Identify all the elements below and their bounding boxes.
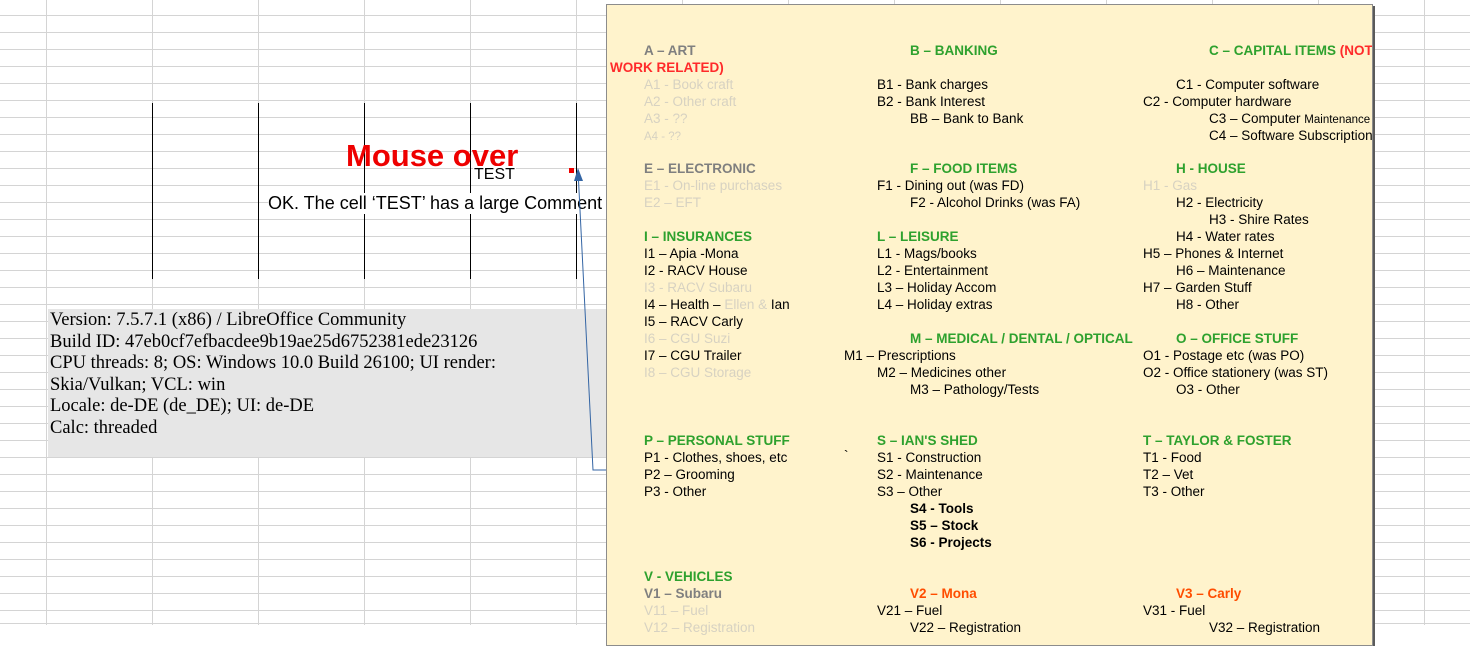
list-item: M3 – Pathology/Tests <box>910 382 1040 397</box>
heading-ians-shed: S – IAN'S SHED <box>877 433 978 448</box>
heading-food-items: F – FOOD ITEMS <box>910 161 1018 176</box>
list-item: S2 - Maintenance <box>877 467 983 482</box>
list-item: F2 - Alcohol Drinks (was FA) <box>910 195 1081 210</box>
list-item: A4 - ?? <box>644 131 682 143</box>
list-item: I4 – Health – Ellen & Ian <box>644 297 790 313</box>
heading-vehicles: V - VEHICLES <box>644 569 733 584</box>
heading-capital-text: C – CAPITAL ITEMS <box>1209 43 1337 58</box>
heading-capital-note-2: WORK RELATED) <box>610 60 724 75</box>
heading-leisure: L – LEISURE <box>877 229 959 244</box>
list-item: P3 - Other <box>644 484 707 499</box>
heading-v3-carly: V3 – Carly <box>1176 586 1242 601</box>
list-item-text: Ian <box>770 297 790 312</box>
heading-art: A – ART <box>644 43 696 58</box>
list-item: H8 - Other <box>1176 297 1240 312</box>
list-item: B2 - Bank Interest <box>877 94 986 109</box>
list-item: V21 – Fuel <box>877 603 943 618</box>
list-item: B1 - Bank charges <box>877 77 989 92</box>
list-item: I8 – CGU Storage <box>644 365 752 380</box>
list-item: A1 - Book craft <box>644 77 734 92</box>
list-item: L2 - Entertainment <box>877 263 989 278</box>
list-item: H7 – Garden Stuff <box>1143 280 1252 295</box>
list-item: C4 – Software Subscriptions <box>1209 128 1373 143</box>
list-item: H3 - Shire Rates <box>1209 212 1309 227</box>
list-item: V22 – Registration <box>910 620 1022 635</box>
list-item: H2 - Electricity <box>1176 195 1264 210</box>
list-item: S4 - Tools <box>910 501 974 516</box>
list-item: I3 - RACV Subaru <box>644 280 753 295</box>
list-item: V12 – Registration <box>644 620 756 635</box>
list-item: L4 – Holiday extras <box>877 297 993 312</box>
list-item: V1 – Subaru <box>644 586 723 601</box>
list-item: V11 – Fuel <box>644 603 709 618</box>
list-item: S1 - Construction <box>877 450 982 465</box>
list-item: E2 – EFT <box>644 195 702 210</box>
list-item: T2 – Vet <box>1143 467 1194 482</box>
cell-comment-popup[interactable]: A – ART B – BANKING C – CAPITAL ITEMS (N… <box>606 4 1373 646</box>
list-item: O3 - Other <box>1176 382 1240 397</box>
heading-office-stuff: O – OFFICE STUFF <box>1176 331 1299 346</box>
list-item: L1 - Mags/books <box>877 246 977 261</box>
stray-mark: ` <box>844 448 849 463</box>
list-item: A3 - ?? <box>644 111 688 126</box>
list-item: C1 - Computer software <box>1176 77 1320 92</box>
list-item: H6 – Maintenance <box>1176 263 1286 278</box>
list-item-text: I4 – Health – <box>644 297 725 312</box>
list-item: P2 – Grooming <box>644 467 735 482</box>
list-item: P1 - Clothes, shoes, etc <box>644 450 788 465</box>
list-item: O1 - Postage etc (was PO) <box>1143 348 1305 363</box>
list-item-text: C3 – Computer <box>1209 111 1305 126</box>
heading-banking: B – BANKING <box>910 43 998 58</box>
list-item-text: Ellen & <box>724 297 771 312</box>
list-item: S3 – Other <box>877 484 943 499</box>
heading-personal-stuff: P – PERSONAL STUFF <box>644 433 790 448</box>
list-item: T3 - Other <box>1143 484 1205 499</box>
heading-medical: M – MEDICAL / DENTAL / OPTICAL <box>910 331 1133 346</box>
heading-insurances: I – INSURANCES <box>644 229 753 244</box>
list-item: E1 - On-line purchases <box>644 178 783 193</box>
list-item: I5 – RACV Carly <box>644 314 744 329</box>
list-item: V32 – Registration <box>1209 620 1321 635</box>
heading-capital-note: (NOT <box>1339 43 1373 58</box>
list-item: H4 - Water rates <box>1176 229 1275 244</box>
list-item: A2 - Other craft <box>644 94 737 109</box>
heading-electronic: E – ELECTRONIC <box>644 161 756 176</box>
list-item: T1 - Food <box>1143 450 1202 465</box>
list-item: F1 - Dining out (was FD) <box>877 178 1025 193</box>
heading-taylor-foster: T – TAYLOR & FOSTER <box>1143 433 1292 448</box>
list-item: S5 – Stock <box>910 518 979 533</box>
list-item: M2 – Medicines other <box>877 365 1007 380</box>
list-item: H1 - Gas <box>1143 178 1198 193</box>
list-item: I1 – Apia -Mona <box>644 246 739 261</box>
heading-v2-mona: V2 – Mona <box>910 586 977 601</box>
list-item: I6 – CGU Suzi <box>644 331 731 346</box>
list-item: S6 - Projects <box>910 535 992 550</box>
list-item: BB – Bank to Bank <box>910 111 1024 126</box>
list-item: C2 - Computer hardware <box>1143 94 1292 109</box>
list-item: L3 – Holiday Accom <box>877 280 997 295</box>
list-item: C3 – Computer Maintenance <box>1209 111 1370 128</box>
list-item: I7 – CGU Trailer <box>644 348 742 363</box>
list-item: I2 - RACV House <box>644 263 748 278</box>
list-item-text: Maintenance <box>1304 114 1371 126</box>
list-item: H5 – Phones & Internet <box>1143 246 1284 261</box>
list-item: V31 - Fuel <box>1143 603 1206 618</box>
list-item: M1 – Prescriptions <box>844 348 956 363</box>
heading-house: H - HOUSE <box>1176 161 1246 176</box>
list-item: O2 - Office stationery (was ST) <box>1143 365 1329 380</box>
heading-capital-items: C – CAPITAL ITEMS (NOT <box>1209 43 1373 59</box>
